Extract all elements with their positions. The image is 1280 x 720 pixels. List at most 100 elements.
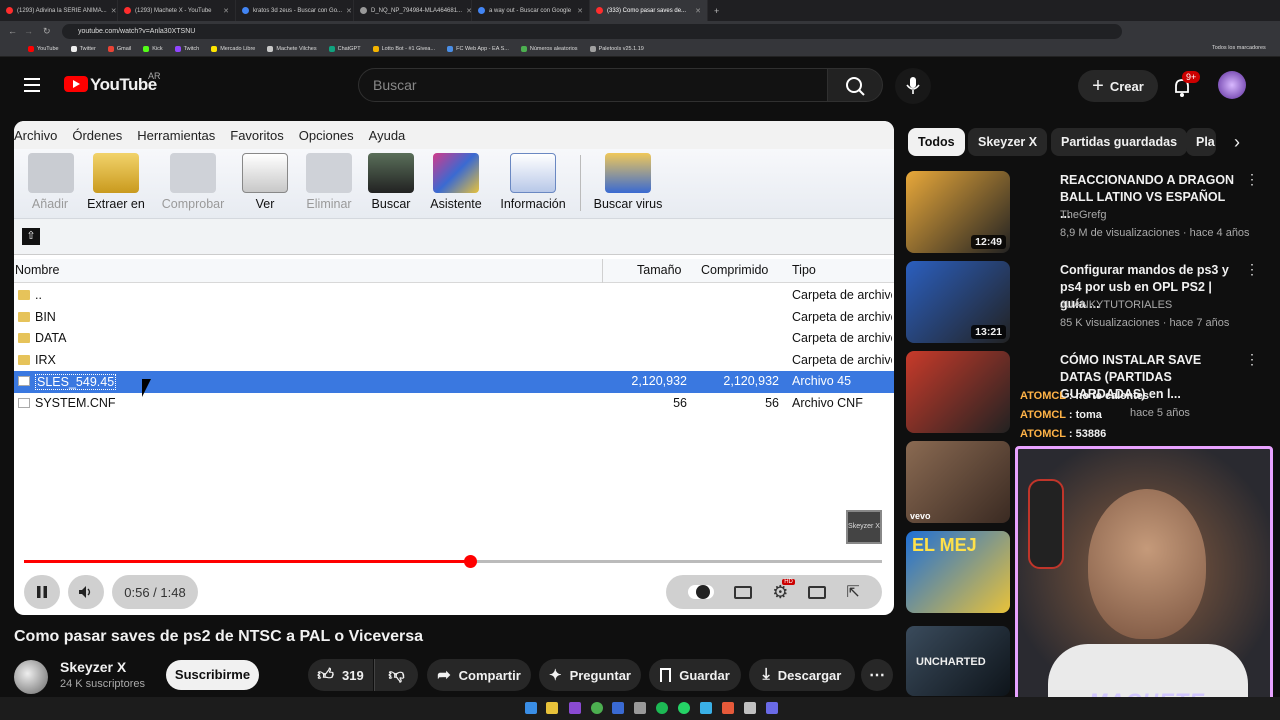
channel-watermark[interactable]: Skeyzer X [846, 510, 882, 544]
video-player[interactable]: Archivo Órdenes Herramientas Favoritos O… [14, 121, 894, 615]
voice-search-button[interactable] [895, 68, 931, 104]
new-tab-icon[interactable]: + [708, 6, 725, 16]
tool-virus-scan-button[interactable]: Buscar virus [590, 153, 666, 211]
progress-scrubber[interactable] [464, 555, 478, 568]
tool-delete-button[interactable]: Eliminar [304, 153, 354, 211]
bookmark-item[interactable]: Números aleatorios [520, 45, 578, 52]
bookmark-item[interactable]: YouTube [28, 45, 59, 52]
account-avatar[interactable] [1218, 71, 1246, 99]
menu-ordenes[interactable]: Órdenes [72, 128, 137, 143]
create-button[interactable]: + Crear [1078, 70, 1158, 102]
browser-tab[interactable]: (1293) Adivina la SERIE ANIMA... ✕ [0, 0, 118, 21]
bookmark-item[interactable]: Gmail [107, 45, 131, 52]
file-explorer-icon[interactable] [546, 702, 558, 714]
bookmark-item[interactable]: Mercado Libre [211, 45, 255, 52]
app-icon[interactable] [634, 702, 646, 714]
youtube-logo-text[interactable]: YouTube [90, 75, 157, 95]
ask-button[interactable]: ✦ Preguntar [539, 659, 641, 691]
app-icon[interactable] [744, 702, 756, 714]
subscribe-button[interactable]: Suscribirme [166, 660, 259, 690]
tool-view-button[interactable]: Ver [242, 153, 288, 211]
browser-tab[interactable]: kratos 3d zeus - Buscar con Go... ✕ [236, 0, 354, 21]
search-button[interactable] [827, 68, 883, 102]
tool-add-button[interactable]: Añadir [28, 153, 74, 211]
tab-close-icon[interactable]: ✕ [695, 7, 701, 15]
url-field[interactable]: youtube.com/watch?v=Anla30XTSNU [62, 23, 1122, 39]
tool-info-button[interactable]: Información [494, 153, 572, 211]
search-input[interactable]: Buscar [358, 68, 828, 102]
bookmark-item[interactable]: FC Web App - EA S... [447, 45, 509, 52]
settings-gear-icon[interactable]: ⚙ HD [772, 578, 795, 603]
bookmark-item[interactable]: Machete Vilches [267, 45, 317, 52]
channel-name[interactable]: Skeyzer X [60, 659, 126, 675]
recommendation-thumbnail[interactable]: vevo [906, 441, 1010, 523]
channel-avatar[interactable] [14, 660, 48, 694]
app-icon[interactable] [569, 702, 581, 714]
menu-herramientas[interactable]: Herramientas [137, 128, 230, 143]
spotify-icon[interactable] [656, 702, 668, 714]
file-row[interactable]: BIN Carpeta de archivos [14, 307, 894, 329]
all-bookmarks-link[interactable]: Todos los marcadores [1212, 45, 1266, 51]
recommendation-channel[interactable]: JUANKYTUTORIALES [1060, 299, 1172, 311]
tool-find-button[interactable]: Buscar [368, 153, 414, 211]
more-actions-button[interactable]: ⋯ [861, 659, 893, 691]
like-button[interactable]: 👍︎ 319 [308, 659, 373, 691]
app-icon[interactable] [700, 702, 712, 714]
menu-ayuda[interactable]: Ayuda [369, 128, 421, 143]
menu-icon[interactable] [24, 78, 40, 92]
bookmark-item[interactable]: ChatGPT [328, 45, 361, 52]
chip-channel[interactable]: Skeyzer X [968, 128, 1048, 156]
browser-tab[interactable]: (1293) Machete X - YouTube ✕ [118, 0, 236, 21]
bookmark-item[interactable]: Twitter [70, 45, 96, 52]
up-folder-icon[interactable]: ⇧ [22, 228, 40, 245]
column-compressed[interactable]: Comprimido [701, 263, 768, 277]
back-icon[interactable]: ← [8, 26, 17, 36]
volume-button[interactable] [68, 575, 104, 609]
autoplay-toggle-icon[interactable] [688, 585, 715, 599]
forward-icon[interactable]: → [24, 26, 33, 36]
bookmark-item[interactable]: Twitch [174, 45, 199, 52]
chrome-icon[interactable] [591, 702, 603, 714]
column-type[interactable]: Tipo [792, 263, 816, 277]
youtube-logo-icon[interactable] [64, 76, 88, 92]
menu-favoritos[interactable]: Favoritos [230, 128, 298, 143]
recommendation-thumbnail[interactable] [906, 351, 1010, 433]
recommendation-thumbnail[interactable]: UNCHARTED [906, 626, 1010, 696]
recommendation-thumbnail[interactable]: EL MEJ [906, 531, 1010, 613]
reload-icon[interactable]: ↻ [43, 26, 51, 37]
recommendation-thumbnail[interactable]: 12:49 [906, 171, 1010, 253]
file-row[interactable]: DATA Carpeta de archivos [14, 328, 894, 350]
browser-tab[interactable]: (333) Como pasar saves de... ✕ [590, 0, 708, 21]
theater-mode-icon[interactable] [808, 585, 827, 599]
subtitles-icon[interactable] [734, 585, 753, 599]
notifications-button[interactable]: 9+ [1170, 71, 1201, 99]
tab-close-icon[interactable]: ✕ [577, 7, 583, 15]
browser-tab[interactable]: a way out - Buscar con Google ✕ [472, 0, 590, 21]
recommendation-thumbnail[interactable]: 13:21 [906, 261, 1010, 343]
chip-todos[interactable]: Todos [908, 128, 965, 156]
browser-tab[interactable]: D_NQ_NP_794984-MLA464681... ✕ [354, 0, 472, 21]
tab-close-icon[interactable]: ✕ [223, 7, 229, 15]
share-button[interactable]: ➦ Compartir [427, 659, 531, 691]
app-icon[interactable] [766, 702, 778, 714]
bookmark-item[interactable]: Kick [143, 45, 163, 52]
fullscreen-icon[interactable]: ⇱ [846, 582, 859, 602]
file-row[interactable]: .. Carpeta de archivos [14, 285, 894, 307]
more-options-icon[interactable]: ⋮ [1245, 351, 1259, 368]
recommendation-channel[interactable]: TheGrefg [1060, 209, 1106, 221]
pause-button[interactable] [24, 575, 60, 609]
tab-close-icon[interactable]: ✕ [346, 7, 352, 15]
tab-close-icon[interactable]: ✕ [111, 7, 117, 15]
chip-next-arrow-icon[interactable]: › [1222, 128, 1252, 156]
column-size[interactable]: Tamaño [637, 263, 681, 277]
menu-opciones[interactable]: Opciones [299, 128, 369, 143]
tool-test-button[interactable]: Comprobar [158, 153, 228, 211]
download-button[interactable]: ⤓ Descargar [749, 659, 855, 691]
bookmark-item[interactable]: Lotto Bot - #1 Givea... [372, 45, 435, 52]
chip-more[interactable]: Pla [1186, 128, 1216, 156]
save-button[interactable]: Guardar [649, 659, 741, 691]
chip-saved-games[interactable]: Partidas guardadas [1051, 128, 1188, 156]
app-icon[interactable] [722, 702, 734, 714]
tool-extract-button[interactable]: Extraer en [86, 153, 146, 211]
bookmark-item[interactable]: Paletools v25.1.19 [589, 45, 644, 52]
